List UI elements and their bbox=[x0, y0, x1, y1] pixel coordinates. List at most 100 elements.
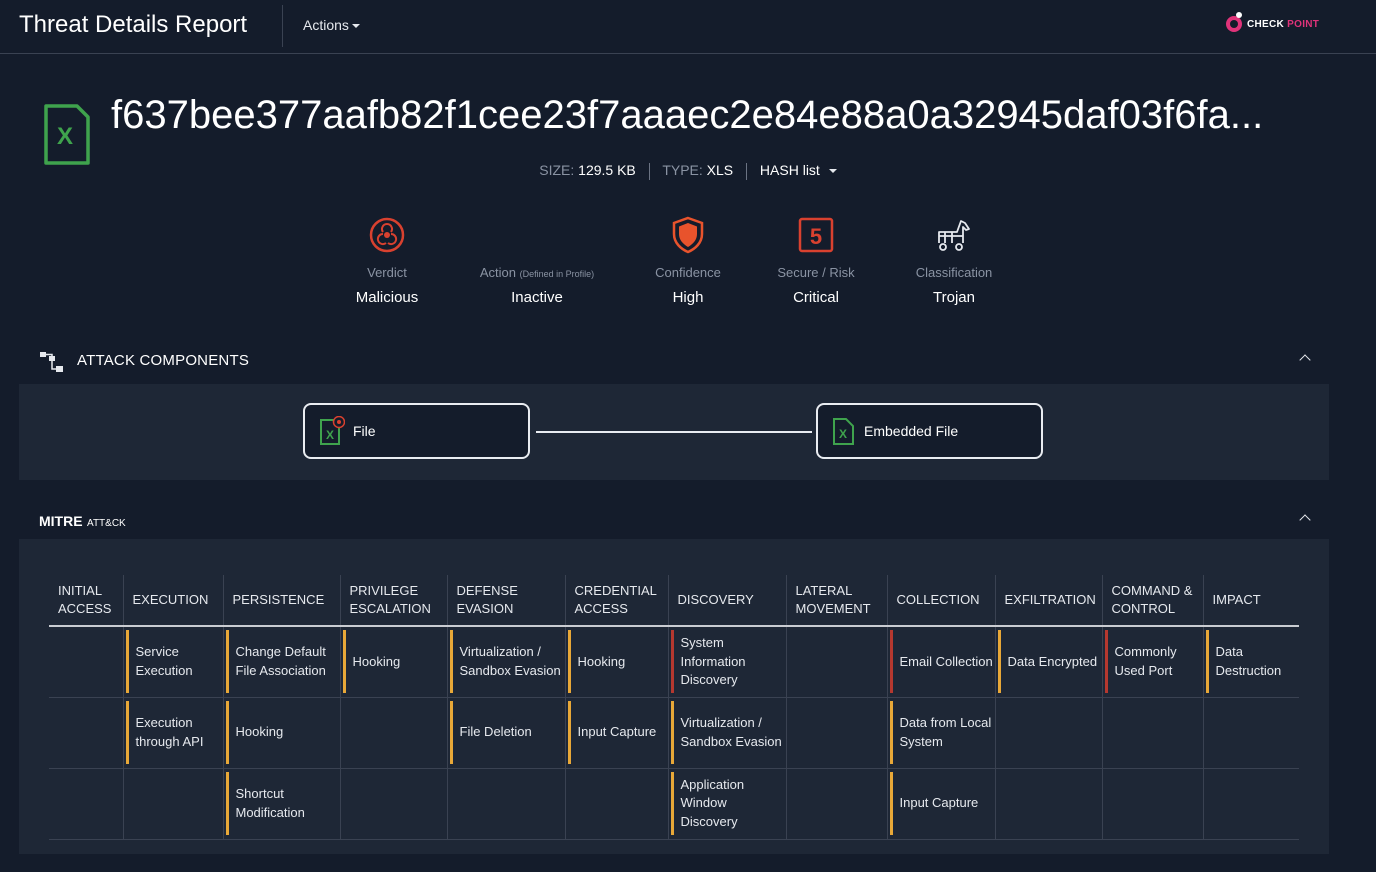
stat-label: Action bbox=[479, 265, 516, 280]
mitre-cell bbox=[122, 768, 223, 840]
stat-verdict: Verdict Malicious bbox=[307, 215, 467, 306]
mitre-technique[interactable]: Application Window Discovery bbox=[670, 772, 786, 835]
svg-text:X: X bbox=[326, 428, 334, 442]
mitre-cell: Virtualization / Sandbox Evasion bbox=[446, 626, 565, 698]
mitre-cell: File Deletion bbox=[446, 697, 565, 769]
mitre-cell: Commonly Used Port bbox=[1101, 626, 1203, 698]
mitre-column-header: IMPACT bbox=[1202, 575, 1299, 627]
component-file[interactable]: X File bbox=[303, 403, 530, 459]
mitre-panel: INITIAL ACCESS EXECUTION PERSISTENCE PRIVIL… bbox=[19, 539, 1329, 854]
mitre-column-header: DISCOVERY bbox=[667, 575, 786, 627]
mitre-cell: Input Capture bbox=[886, 768, 995, 840]
mitre-cell bbox=[994, 768, 1102, 840]
mitre-technique[interactable]: Virtualization / Sandbox Evasion bbox=[670, 701, 786, 764]
mitre-technique[interactable]: Email Collection bbox=[889, 630, 995, 694]
biohazard-icon bbox=[369, 217, 405, 253]
brand-logo: CHECK POINT bbox=[1226, 12, 1320, 32]
risk-score: 5 bbox=[810, 224, 822, 249]
app-title: Threat Details Report bbox=[19, 11, 248, 38]
mitre-cell: Shortcut Modification bbox=[222, 768, 340, 840]
mitre-header[interactable]: MITRE ATT&CK bbox=[19, 500, 1329, 542]
mitre-cell: Change Default File Association bbox=[222, 626, 340, 698]
mitre-technique[interactable]: Input Capture bbox=[567, 701, 668, 764]
mitre-column-header: INITIAL ACCESS bbox=[49, 575, 123, 627]
component-embedded-file[interactable]: X Embedded File bbox=[816, 403, 1043, 459]
mitre-technique[interactable]: Change Default File Association bbox=[225, 630, 340, 694]
mitre-column-header: COMMAND & CONTROL bbox=[1101, 575, 1203, 627]
stat-action: Action (Defined in Profile) Inactive bbox=[457, 215, 617, 306]
mitre-cell bbox=[1101, 697, 1203, 769]
meta-divider bbox=[746, 162, 748, 180]
mitre-row: Execution through API Hooking File Deletio… bbox=[49, 697, 1299, 769]
mitre-cell bbox=[1202, 768, 1299, 840]
stat-label: Classification bbox=[915, 265, 993, 280]
mitre-technique[interactable]: Shortcut Modification bbox=[225, 772, 340, 835]
mitre-cell bbox=[339, 697, 447, 769]
attack-components-header[interactable]: ATTACK COMPONENTS bbox=[19, 340, 1329, 382]
size-value: 129.5 KB bbox=[578, 162, 636, 178]
mitre-column-header: EXFILTRATION bbox=[994, 575, 1102, 627]
check-point-logo-icon bbox=[1226, 12, 1242, 32]
component-connector bbox=[536, 431, 812, 433]
hash-list-dropdown[interactable]: HASH list bbox=[760, 162, 837, 178]
mitre-column-header: CREDENTIAL ACCESS bbox=[564, 575, 668, 627]
mitre-cell: Hooking bbox=[564, 626, 668, 698]
mitre-column-header: PRIVILEGE ESCALATION bbox=[339, 575, 447, 627]
actions-menu[interactable]: Actions bbox=[303, 17, 360, 33]
component-label: Embedded File bbox=[864, 423, 959, 439]
caret-down-icon bbox=[351, 24, 360, 29]
chevron-up-icon[interactable] bbox=[1299, 354, 1311, 366]
mitre-technique[interactable]: Hooking bbox=[225, 701, 340, 764]
stat-label: Secure / Risk bbox=[777, 265, 855, 280]
mitre-technique[interactable]: Hooking bbox=[567, 630, 668, 694]
mitre-technique[interactable]: Service Execution bbox=[125, 630, 223, 694]
mitre-matrix: INITIAL ACCESS EXECUTION PERSISTENCE PRIVIL… bbox=[49, 575, 1299, 840]
file-hash-title: f637bee377aafb82f1cee23f7aaaec2e84e88a0a… bbox=[111, 93, 1264, 137]
mitre-cell: Service Execution bbox=[122, 626, 223, 698]
stat-value: Malicious bbox=[355, 289, 419, 306]
mitre-cell bbox=[49, 626, 123, 698]
mitre-technique[interactable]: Virtualization / Sandbox Evasion bbox=[449, 630, 565, 694]
chevron-up-icon[interactable] bbox=[1299, 514, 1311, 526]
mitre-row: Service Execution Change Default File Ass… bbox=[49, 626, 1300, 698]
caret-down-icon bbox=[828, 169, 837, 174]
svg-text:X: X bbox=[839, 427, 847, 441]
section-title: ATTACK COMPONENTS bbox=[77, 352, 250, 369]
mitre-cell: Hooking bbox=[339, 626, 447, 698]
mitre-cell bbox=[1101, 768, 1203, 840]
mitre-technique[interactable]: Data from Local System bbox=[889, 701, 995, 764]
mitre-cell: Email Collection bbox=[886, 626, 995, 698]
mitre-cell: Data from Local System bbox=[886, 697, 995, 769]
mitre-cell: System Information Discovery bbox=[667, 626, 786, 698]
risk-score-icon: 5 bbox=[798, 217, 834, 253]
mitre-technique[interactable]: File Deletion bbox=[449, 701, 565, 764]
hash-list-label: HASH list bbox=[759, 162, 820, 178]
mitre-cell: Application Window Discovery bbox=[667, 768, 786, 840]
excel-file-icon: X bbox=[44, 104, 90, 165]
file-meta: SIZE: 129.5 KB TYPE: XLS HASH list bbox=[0, 162, 1376, 180]
mitre-column-header: LATERAL MOVEMENT bbox=[785, 575, 887, 627]
stat-label-note: (Defined in Profile) bbox=[519, 269, 595, 279]
mitre-technique[interactable]: Commonly Used Port bbox=[1104, 630, 1203, 694]
mitre-technique[interactable]: Input Capture bbox=[889, 772, 995, 835]
hierarchy-icon bbox=[40, 352, 63, 372]
mitre-title: MITRE bbox=[39, 513, 83, 529]
mitre-cell bbox=[564, 768, 668, 840]
mitre-row: Shortcut Modification Application Window … bbox=[49, 768, 1299, 840]
mitre-technique[interactable]: Data Destruction bbox=[1205, 630, 1300, 694]
mitre-technique[interactable]: Execution through API bbox=[125, 701, 223, 764]
stat-value: Trojan bbox=[933, 289, 975, 306]
mitre-cell: Execution through API bbox=[122, 697, 223, 769]
mitre-technique[interactable]: Hooking bbox=[342, 630, 447, 694]
top-bar: Threat Details Report Actions CHECK POIN… bbox=[0, 0, 1376, 54]
mitre-cell bbox=[785, 768, 887, 840]
brand-name-2: POINT bbox=[1287, 18, 1320, 30]
stat-label: Verdict bbox=[367, 265, 407, 280]
header-divider bbox=[282, 5, 283, 47]
component-label: File bbox=[353, 423, 376, 439]
excel-file-icon: X bbox=[833, 418, 854, 445]
mitre-cell bbox=[1202, 697, 1299, 769]
mitre-technique[interactable]: System Information Discovery bbox=[670, 630, 786, 694]
mitre-technique[interactable]: Data Encrypted bbox=[997, 630, 1102, 694]
trojan-horse-icon bbox=[938, 220, 970, 251]
